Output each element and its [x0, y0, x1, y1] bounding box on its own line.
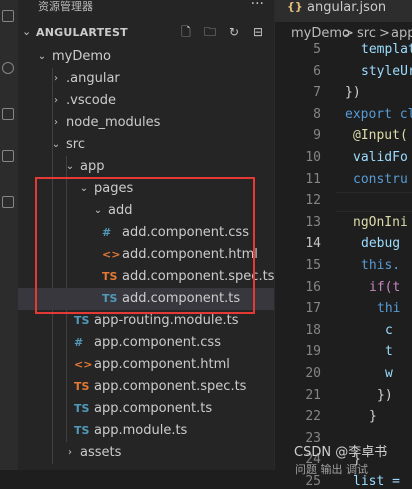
- chevron-right-icon: ›: [54, 73, 58, 84]
- explorer-icon[interactable]: [2, 10, 14, 22]
- chevron-right-icon: ›: [54, 95, 58, 106]
- watermark: CSDN @李卓书: [294, 445, 388, 460]
- code-line: styleUr: [361, 63, 412, 79]
- tree-item-label: app.component.css: [94, 335, 221, 350]
- source-control-icon[interactable]: [2, 108, 14, 120]
- folder-row[interactable]: › .angular: [18, 68, 274, 90]
- line-number: 21: [305, 387, 321, 403]
- code-line: }): [377, 387, 393, 403]
- tree-item-label: app: [80, 159, 105, 174]
- folder-row[interactable]: ⌄ myDemo: [18, 46, 274, 68]
- line-number: 7: [313, 85, 321, 101]
- code-line: }): [345, 85, 361, 101]
- file-row[interactable]: <> app.component.html: [18, 354, 274, 376]
- code-line: t: [385, 344, 393, 360]
- line-number: 17: [305, 301, 321, 317]
- more-actions-button[interactable]: ···: [251, 0, 264, 12]
- chevron-down-icon: ⌄: [22, 25, 32, 38]
- explorer-title: 资源管理器: [38, 0, 93, 13]
- line-number: 12: [305, 193, 321, 209]
- code-line: this.: [361, 258, 401, 273]
- line-number: 16: [305, 279, 321, 295]
- code-line: export cl: [345, 106, 412, 122]
- tree-item-label: myDemo: [52, 49, 111, 64]
- file-row[interactable]: TS app.module.ts: [18, 420, 274, 442]
- folder-row[interactable]: › .vscode: [18, 90, 274, 112]
- chevron-right-icon: ›: [54, 117, 58, 128]
- highlight-box: [35, 177, 255, 314]
- code-line: constru: [353, 171, 408, 187]
- activity-bar: [0, 0, 18, 470]
- new-folder-icon[interactable]: 🗀: [204, 26, 216, 38]
- code-line: ngOnIni: [353, 214, 408, 230]
- chevron-right-icon: ›: [68, 447, 72, 458]
- html-file-icon: <>: [74, 358, 93, 371]
- code-line: if(t: [369, 279, 401, 295]
- code-line: debug: [361, 236, 401, 252]
- panel-tabs[interactable]: 问题 输出 调试: [295, 461, 368, 477]
- tree-item-label: .angular: [66, 71, 120, 86]
- workspace-section-header[interactable]: ⌄ ANGULARTEST 🗋 🗀 ↻ ⊟: [18, 22, 274, 44]
- line-number: 9: [313, 128, 321, 144]
- tree-item-label: app.module.ts: [94, 423, 188, 438]
- new-file-icon[interactable]: 🗋: [180, 26, 192, 38]
- tree-item-label: src: [66, 137, 85, 152]
- folder-row[interactable]: › node_modules: [18, 112, 274, 134]
- line-number: 10: [305, 150, 321, 165]
- tab-label: angular.json: [307, 0, 387, 15]
- run-debug-icon[interactable]: [2, 150, 14, 162]
- tree-item-label: node_modules: [66, 115, 161, 130]
- css-file-icon: #: [74, 336, 84, 349]
- file-row[interactable]: # app.component.css: [18, 332, 274, 354]
- editor-area: {} angular.json myDemo > src > app 5 temp…: [274, 0, 412, 489]
- breadcrumb-separator: >: [343, 26, 354, 41]
- folder-row[interactable]: ⌄ src: [18, 134, 274, 156]
- code-line: templat: [361, 42, 412, 57]
- tree-item-label: app.component.html: [94, 357, 230, 372]
- file-row[interactable]: TS app.component.spec.ts: [18, 376, 274, 398]
- chevron-down-icon: ⌄: [37, 51, 47, 62]
- file-row[interactable]: TS app.component.ts: [18, 398, 274, 420]
- line-number: 11: [305, 171, 321, 187]
- typescript-file-icon: TS: [74, 424, 90, 437]
- code-line: validFo: [353, 150, 408, 165]
- line-number: 15: [305, 258, 321, 273]
- line-number: 14: [305, 236, 321, 252]
- line-number: 22: [305, 409, 321, 425]
- chevron-down-icon: ⌄: [65, 161, 75, 172]
- folder-row[interactable]: ⌄ app: [18, 156, 274, 178]
- line-number: 13: [305, 214, 321, 230]
- line-number: 6: [313, 63, 321, 79]
- workspace-name: ANGULARTEST: [36, 26, 128, 39]
- explorer-header: 资源管理器 ···: [18, 0, 274, 20]
- line-number: 8: [313, 106, 321, 122]
- tree-item-label: app.component.spec.ts: [94, 379, 247, 394]
- tree-item-label: .vscode: [66, 93, 116, 108]
- line-number: 19: [305, 344, 321, 360]
- refresh-icon[interactable]: ↻: [228, 26, 240, 38]
- code-line: w: [385, 366, 393, 381]
- chevron-down-icon: ⌄: [51, 139, 61, 150]
- code-line: }: [369, 409, 377, 425]
- tree-item-label: app.component.ts: [94, 401, 213, 416]
- folder-row[interactable]: › assets: [18, 442, 274, 464]
- typescript-spec-icon: TS: [74, 380, 90, 393]
- line-number: 20: [305, 366, 321, 381]
- line-number: 5: [313, 42, 321, 57]
- json-file-icon: {}: [287, 0, 303, 13]
- line-number: 18: [305, 322, 321, 338]
- collapse-all-icon[interactable]: ⊟: [252, 26, 264, 38]
- tree-item-label: assets: [80, 445, 122, 460]
- extensions-icon[interactable]: [2, 196, 14, 208]
- current-line-highlight: [335, 192, 412, 212]
- code-line: c: [385, 322, 393, 338]
- tab-angular-json[interactable]: {} angular.json: [275, 0, 412, 22]
- search-icon[interactable]: [2, 62, 14, 74]
- code-line: thi: [377, 301, 401, 317]
- code-line: @Input(: [353, 128, 408, 144]
- typescript-file-icon: TS: [74, 402, 90, 415]
- tab-bar: {} angular.json: [275, 0, 412, 22]
